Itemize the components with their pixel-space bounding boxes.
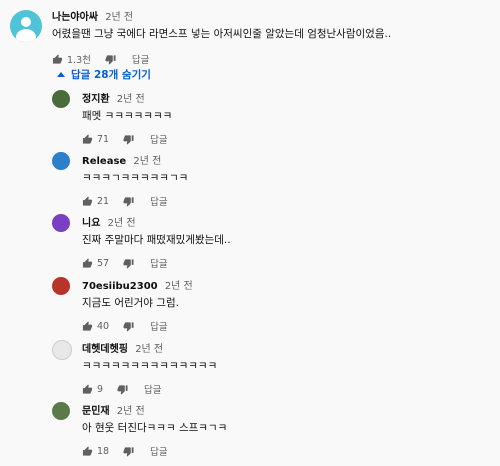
reply-text: 진짜 주말마다 패떴재밌게봤는데.. — [82, 234, 231, 246]
reply-item: 정지환 2년 전 패멧 ㅋㅋㅋㅋㅋㅋㅋ 71 답글 — [0, 90, 500, 154]
reply-time[interactable]: 2년 전 — [117, 406, 145, 417]
reply-avatar[interactable] — [52, 402, 70, 420]
hide-replies-label: 답글 28개 숨기기 — [71, 69, 151, 81]
reply-button[interactable]: 답글 — [150, 444, 167, 458]
hide-replies-button[interactable]: 답글 28개 숨기기 — [57, 67, 151, 82]
reply-item: 문민재 2년 전 아 현웃 터진다ㅋㅋㅋ 스프ㅋㄱㅋ 18 답글 — [0, 402, 500, 466]
thumbs-up-icon[interactable] — [82, 320, 93, 332]
reply-avatar[interactable] — [52, 152, 70, 170]
reply-time[interactable]: 2년 전 — [165, 281, 193, 292]
reply-header: 문민재 2년 전 — [82, 402, 145, 417]
reply-author[interactable]: 70esiibu2300 — [82, 281, 158, 292]
reply-text: ㅋㅋㅋㄱㅋㅋㅋㅋㅋㄱㅋ — [82, 172, 189, 184]
reply-avatar[interactable] — [52, 90, 70, 108]
like-count: 1.3천 — [67, 55, 91, 66]
thumbs-up-icon[interactable] — [82, 133, 93, 145]
thumbs-down-icon[interactable] — [117, 384, 128, 395]
reply-actions: 9 답글 — [82, 382, 162, 396]
reply-button[interactable]: 답글 — [150, 319, 167, 333]
reply-header: Release 2년 전 — [82, 152, 161, 167]
reply-actions: 18 답글 — [82, 444, 168, 458]
avatar[interactable] — [10, 10, 42, 42]
caret-up-icon — [57, 72, 65, 77]
reply-header: 데헷데헷핑 2년 전 — [82, 340, 163, 355]
like-count: 57 — [97, 257, 110, 269]
thumbs-up-icon[interactable] — [82, 195, 93, 207]
like-count: 21 — [97, 195, 110, 207]
thumbs-up-icon[interactable] — [82, 383, 93, 395]
thumbs-down-icon[interactable] — [123, 134, 134, 145]
reply-text: 지금도 어린거야 그럼. — [82, 297, 179, 309]
like-count: 40 — [97, 320, 110, 332]
reply-avatar[interactable] — [52, 277, 70, 295]
reply-avatar[interactable] — [52, 340, 72, 360]
reply-item: 니요 2년 전 진짜 주말마다 패떴재밌게봤는데.. 57 답글 — [0, 214, 500, 278]
reply-button[interactable]: 답글 — [132, 52, 149, 66]
reply-time[interactable]: 2년 전 — [108, 218, 136, 229]
reply-header: 70esiibu2300 2년 전 — [82, 277, 193, 292]
reply-item: Release 2년 전 ㅋㅋㅋㄱㅋㅋㅋㅋㅋㄱㅋ 21 답글 — [0, 152, 500, 216]
like-count: 18 — [97, 445, 110, 457]
thumbs-down-icon[interactable] — [123, 196, 134, 207]
reply-author[interactable]: 데헷데헷핑 — [82, 344, 128, 355]
reply-text: ㅋㅋㅋㅋㅋㅋㅋㅋㅋㅋㅋㅋㅋㅋ — [82, 360, 218, 372]
reply-button[interactable]: 답글 — [150, 256, 167, 270]
thumbs-down-icon[interactable] — [123, 258, 134, 269]
like-count: 71 — [97, 133, 110, 145]
reply-author[interactable]: 문민재 — [82, 406, 110, 417]
reply-text: 아 현웃 터진다ㅋㅋㅋ 스프ㅋㄱㅋ — [82, 422, 228, 434]
reply-item: 데헷데헷핑 2년 전 ㅋㅋㅋㅋㅋㅋㅋㅋㅋㅋㅋㅋㅋㅋ 9 답글 — [0, 340, 500, 404]
reply-header: 니요 2년 전 — [82, 214, 136, 229]
reply-button[interactable]: 답글 — [150, 194, 167, 208]
thumbs-up-icon[interactable] — [82, 257, 93, 269]
comment-header: 나는야아싸 2년 전 — [52, 8, 133, 23]
reply-actions: 57 답글 — [82, 256, 168, 270]
comment-time[interactable]: 2년 전 — [105, 12, 133, 23]
reply-item: 70esiibu2300 2년 전 지금도 어린거야 그럼. 40 답글 — [0, 277, 500, 341]
reply-actions: 40 답글 — [82, 319, 168, 333]
avatar-head-shape — [21, 17, 31, 27]
thumbs-down-icon[interactable] — [123, 321, 134, 332]
reply-text: 패멧 ㅋㅋㅋㅋㅋㅋㅋ — [82, 110, 173, 122]
comment-text: 어렸을땐 그냥 국에다 라면스프 넣는 아저씨인줄 알았는데 엄청난사람이었음.… — [52, 28, 392, 40]
reply-time[interactable]: 2년 전 — [135, 344, 163, 355]
reply-button[interactable]: 답글 — [144, 382, 161, 396]
reply-avatar[interactable] — [52, 214, 70, 232]
reply-author[interactable]: Release — [82, 156, 126, 167]
thumbs-down-icon[interactable] — [123, 446, 134, 457]
comment-actions: 1.3천 답글 — [52, 52, 149, 66]
reply-time[interactable]: 2년 전 — [117, 94, 145, 105]
avatar-body-shape — [16, 29, 36, 42]
reply-time[interactable]: 2년 전 — [133, 156, 161, 167]
reply-header: 정지환 2년 전 — [82, 90, 145, 105]
reply-actions: 21 답글 — [82, 194, 168, 208]
thumbs-up-icon[interactable] — [82, 445, 93, 457]
reply-button[interactable]: 답글 — [150, 132, 167, 146]
like-count: 9 — [97, 383, 104, 395]
thumbs-down-icon[interactable] — [105, 54, 116, 65]
reply-author[interactable]: 정지환 — [82, 94, 110, 105]
thumbs-up-icon[interactable] — [52, 53, 63, 65]
comment-author[interactable]: 나는야아싸 — [52, 12, 98, 23]
reply-author[interactable]: 니요 — [82, 218, 100, 229]
reply-actions: 71 답글 — [82, 132, 168, 146]
